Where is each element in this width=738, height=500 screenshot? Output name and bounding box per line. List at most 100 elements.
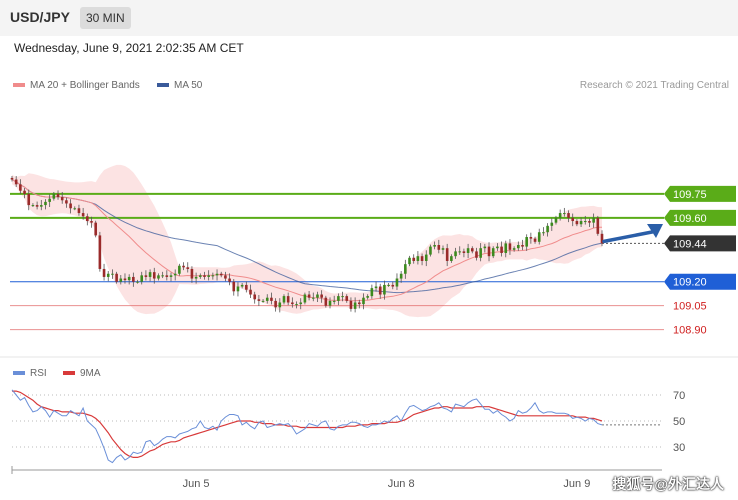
candle-body: [349, 300, 353, 309]
candle-body: [211, 275, 215, 277]
candle-body: [219, 273, 223, 276]
candle-body: [362, 297, 365, 305]
candle-body: [303, 294, 307, 303]
candle-body: [169, 275, 173, 277]
candle-body: [596, 217, 600, 234]
candle-body: [27, 193, 31, 206]
candle-body: [429, 246, 432, 255]
level-label-109.44: 109.44: [673, 238, 707, 250]
candle-body: [94, 222, 97, 236]
candle-body: [491, 248, 495, 257]
candle-body: [454, 251, 457, 257]
candle-body: [470, 248, 474, 252]
candle-body: [412, 257, 416, 261]
candle-body: [236, 286, 240, 292]
candle-body: [466, 248, 470, 253]
candle-body: [487, 246, 491, 257]
candle-body: [190, 268, 194, 279]
candle-body: [366, 296, 369, 298]
candle-body: [542, 232, 545, 234]
candle-body: [307, 294, 311, 298]
candle-body: [512, 248, 516, 250]
candle-body: [278, 302, 282, 308]
candle-body: [73, 208, 77, 210]
candle-body: [249, 289, 252, 295]
candle-body: [475, 251, 478, 258]
level-label-108.90: 108.90: [673, 325, 707, 337]
candle-body: [462, 251, 466, 253]
candle-body: [496, 246, 499, 249]
candle-body: [299, 302, 303, 305]
candle-body: [77, 208, 81, 214]
candle-body: [245, 284, 248, 290]
candle-body: [56, 193, 60, 198]
candle-body: [123, 278, 127, 281]
candle-body: [35, 205, 39, 207]
candle-body: [588, 221, 591, 223]
level-label-109.20: 109.20: [673, 277, 707, 289]
level-label-109.75: 109.75: [673, 189, 707, 201]
candle-body: [316, 294, 319, 298]
candle-body: [111, 273, 114, 275]
candle-body: [144, 275, 148, 277]
candle-body: [52, 193, 56, 199]
candle-body: [500, 246, 503, 253]
candle-body: [450, 256, 453, 261]
candle-body: [69, 203, 72, 209]
candle-body: [458, 251, 462, 253]
candle-body: [533, 238, 537, 242]
candle-body: [479, 248, 482, 258]
candle-body: [14, 179, 18, 185]
candle-body: [261, 300, 265, 302]
candle-body: [86, 216, 89, 222]
candle-body: [353, 302, 357, 309]
candle-body: [378, 286, 382, 295]
candle-body: [98, 235, 102, 269]
candle-body: [253, 294, 256, 300]
candle-body: [228, 278, 231, 282]
rsi-line: [11, 389, 603, 464]
candle-body: [341, 296, 344, 298]
candle-body: [441, 248, 445, 250]
candle-body: [525, 237, 528, 247]
candle-body: [257, 299, 261, 301]
x-label-Jun-9: Jun 9: [563, 478, 590, 490]
rsi-tick-50: 50: [673, 416, 685, 428]
candle-body: [39, 205, 43, 207]
candle-body: [546, 225, 549, 233]
candle-body: [420, 256, 424, 261]
candle-body: [132, 276, 135, 282]
candle-body: [383, 284, 386, 295]
x-label-Jun-5: Jun 5: [183, 478, 210, 490]
candle-body: [592, 217, 595, 223]
candle-body: [10, 177, 14, 180]
candle-body: [152, 272, 156, 279]
candle-body: [521, 245, 524, 247]
candle-body: [571, 217, 575, 222]
candle-body: [537, 232, 541, 242]
rsi-tick-30: 30: [673, 442, 685, 454]
candle-body: [115, 273, 118, 282]
candle-body: [583, 221, 587, 223]
candle-body: [324, 297, 328, 306]
candle-body: [198, 275, 202, 277]
candle-body: [291, 302, 294, 305]
candle-body: [374, 286, 378, 289]
candle-body: [23, 190, 26, 194]
candle-body: [60, 197, 64, 201]
candle-body: [311, 297, 315, 299]
candle-body: [567, 213, 570, 218]
candle-body: [203, 275, 206, 277]
candle-body: [178, 265, 181, 274]
candle-body: [483, 246, 487, 249]
candle-body: [345, 296, 349, 301]
candle-body: [194, 276, 198, 279]
candle-body: [102, 268, 106, 277]
candle-body: [579, 221, 583, 225]
candle-body: [90, 221, 93, 223]
candle-body: [148, 272, 152, 277]
price-chart: 109.75 109.60 109.44 109.20 109.05 108.90 70 50…: [0, 164, 738, 490]
candle-body: [328, 300, 332, 306]
candle-body: [370, 288, 374, 297]
candle-body: [550, 222, 554, 226]
